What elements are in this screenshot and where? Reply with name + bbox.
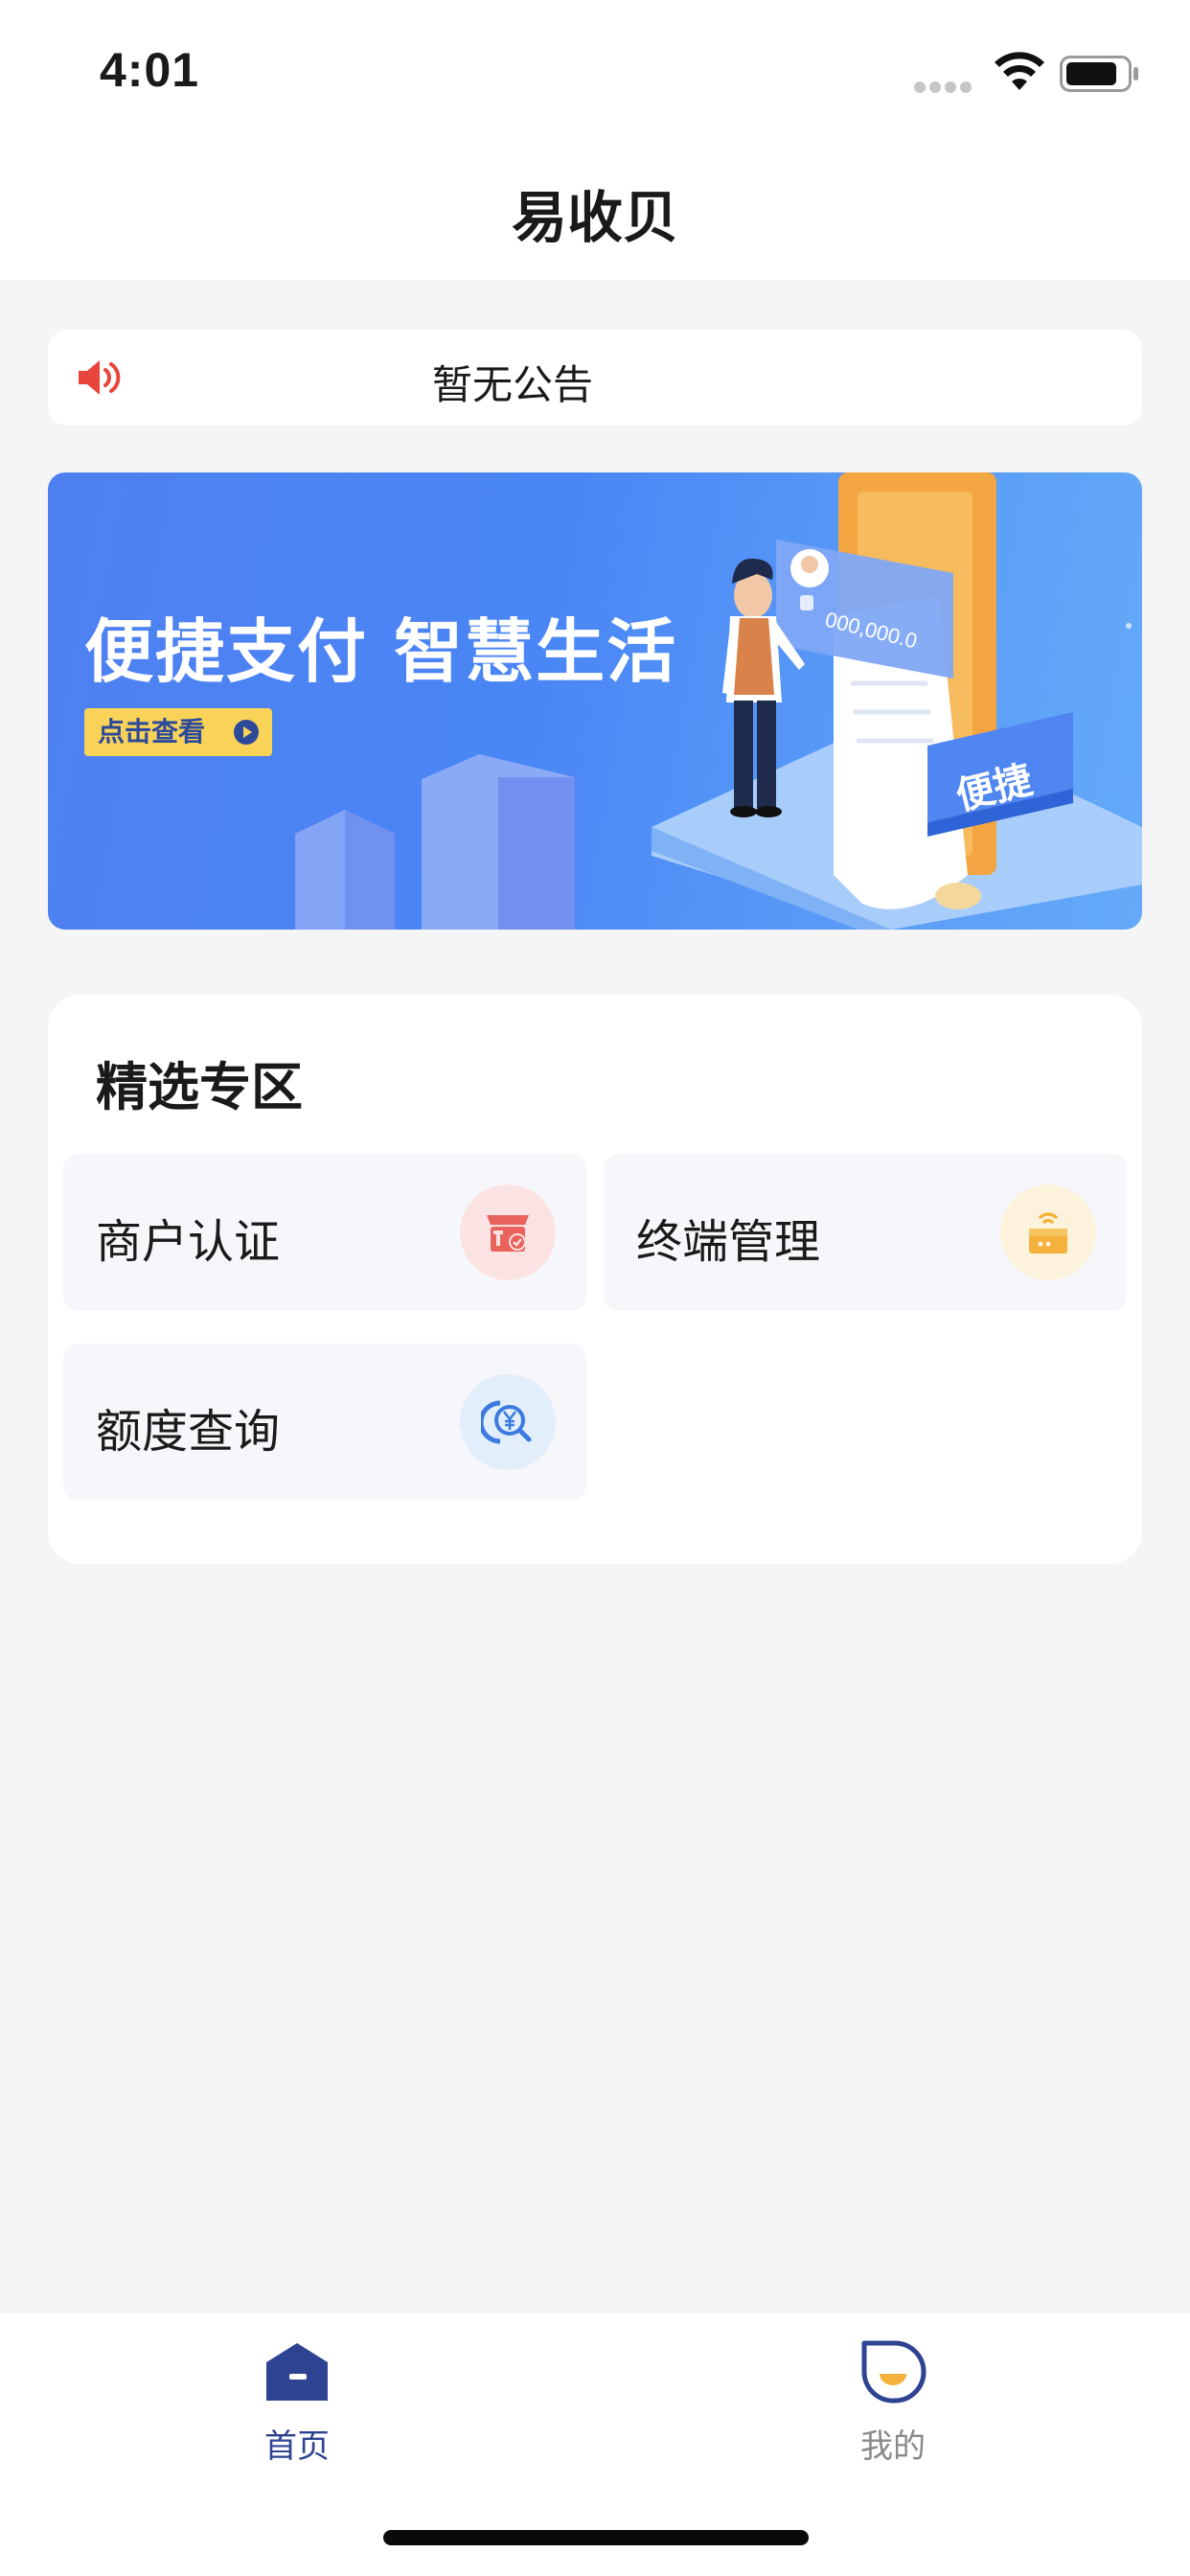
tile-label: 商户认证: [96, 1215, 281, 1269]
tab-label: 我的: [860, 2427, 926, 2466]
wifi-icon: [995, 52, 1044, 90]
tab-label: 首页: [264, 2427, 330, 2466]
tab-profile[interactable]: 我的: [797, 2337, 989, 2481]
announcement-bar[interactable]: 暂无公告: [48, 330, 1142, 426]
tile-quota-query[interactable]: 额度查询: [63, 1344, 586, 1501]
announcement-text: 暂无公告: [431, 361, 593, 408]
page-title: 易收贝: [511, 185, 678, 250]
status-time: 4:01: [100, 43, 200, 97]
battery-icon: [1060, 56, 1138, 92]
tab-home[interactable]: 首页: [201, 2337, 393, 2481]
banner-cta-label: 点击查看: [98, 716, 206, 748]
status-bar: 4:01: [0, 0, 1190, 144]
terminal-management-icon: [1000, 1184, 1096, 1280]
status-icons: [914, 50, 1144, 96]
featured-section: 精选专区 商户认证 终端管理 额度查询: [48, 995, 1142, 1564]
banner-cta-button[interactable]: 点击查看: [84, 708, 272, 756]
section-title: 精选专区: [96, 1057, 303, 1117]
cellular-signal-icon: [914, 79, 975, 97]
navigation-bar: 易收贝: [0, 144, 1190, 280]
tile-label: 终端管理: [636, 1215, 821, 1269]
banner-title: 便捷支付 智慧生活: [84, 611, 678, 692]
app-screen: 4:01 易收贝 暂无公告 000,000.0 便捷 便捷支付 智慧生活 点击查…: [0, 0, 1190, 2576]
merchant-certification-icon: [460, 1184, 556, 1280]
promo-banner[interactable]: 000,000.0 便捷 便捷支付 智慧生活 点击查看: [48, 472, 1142, 930]
quota-search-icon: [460, 1374, 556, 1470]
tile-terminal-management[interactable]: 终端管理: [604, 1154, 1127, 1311]
home-indicator[interactable]: [383, 2530, 809, 2545]
tile-label: 额度查询: [96, 1405, 281, 1459]
home-icon: [266, 2343, 328, 2401]
profile-icon: [861, 2340, 927, 2404]
banner-illustration: 000,000.0 便捷: [295, 472, 1142, 930]
play-arrow-icon: [234, 720, 259, 745]
tile-merchant-certification[interactable]: 商户认证: [63, 1154, 586, 1311]
